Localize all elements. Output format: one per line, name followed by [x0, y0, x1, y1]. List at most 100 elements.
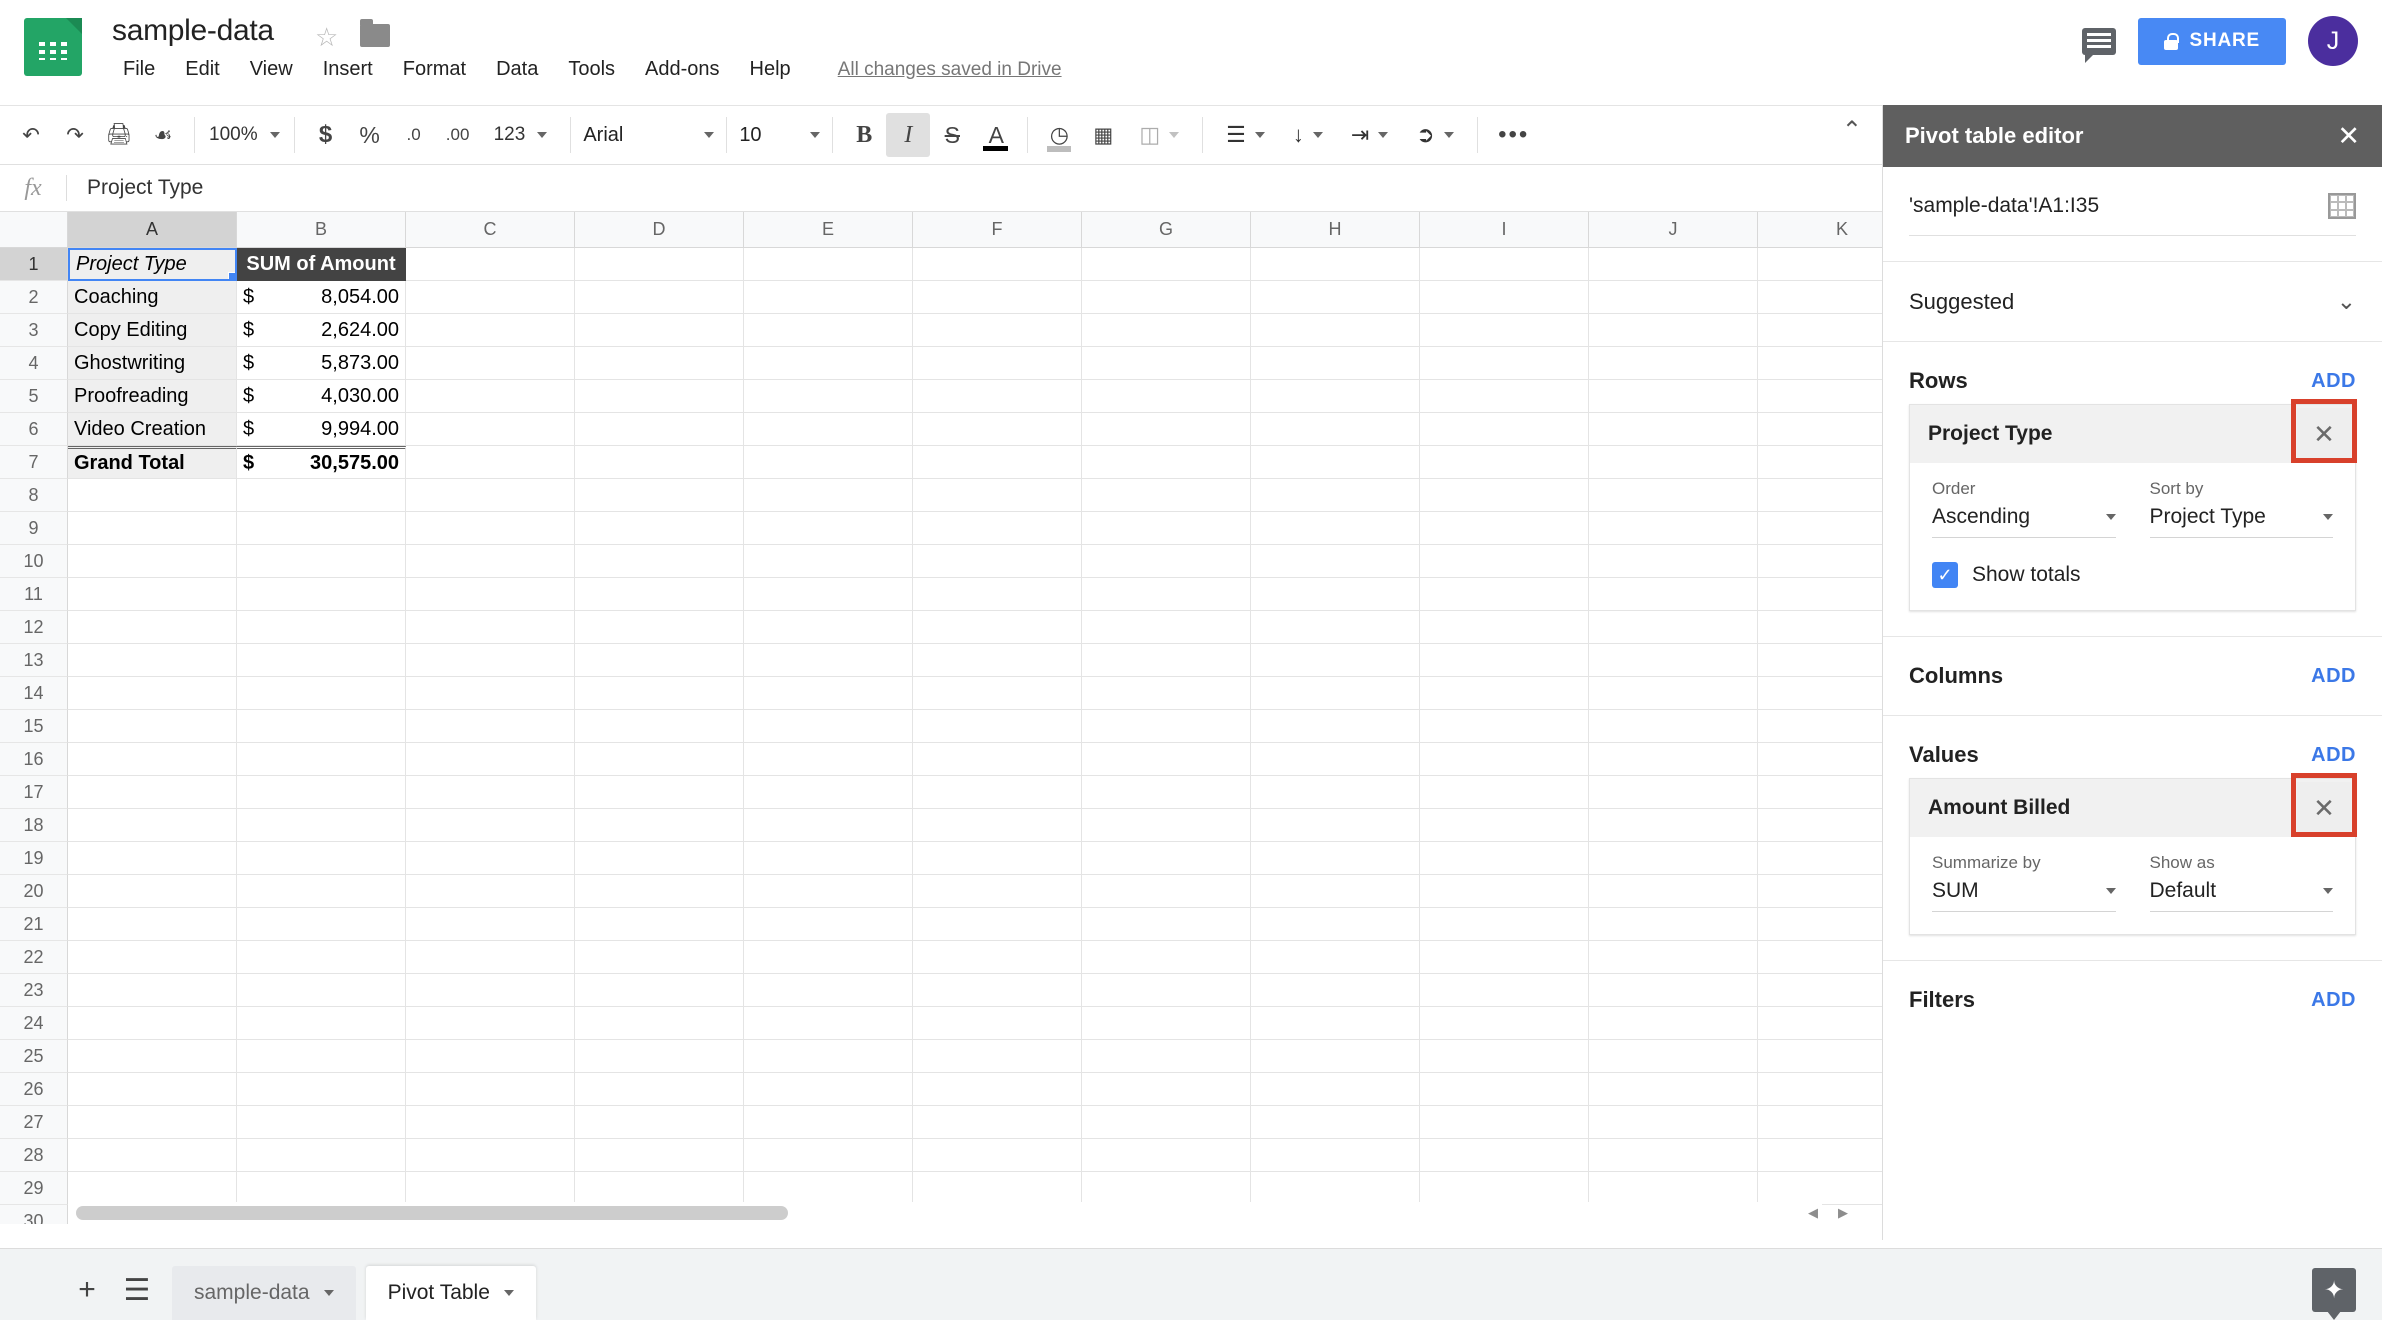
cell-A13[interactable] — [68, 644, 237, 677]
more-formats-selector[interactable]: 123 — [480, 113, 562, 157]
cell-F10[interactable] — [913, 545, 1082, 578]
rows-show-totals-row[interactable]: ✓ Show totals — [1932, 562, 2333, 588]
column-header-i[interactable]: I — [1420, 212, 1589, 248]
cell-C28[interactable] — [406, 1139, 575, 1172]
menu-edit[interactable]: Edit — [170, 56, 234, 83]
bold-button[interactable]: B — [842, 113, 886, 157]
avatar[interactable]: J — [2308, 16, 2358, 66]
page-title[interactable]: sample-data — [112, 14, 274, 48]
collapse-toolbar-icon[interactable]: ⌃ — [1842, 116, 1862, 145]
cell-A23[interactable] — [68, 974, 237, 1007]
cell-H29[interactable] — [1251, 1172, 1420, 1205]
row-header-6[interactable]: 6 — [0, 413, 68, 446]
cell-C9[interactable] — [406, 512, 575, 545]
cell-C26[interactable] — [406, 1073, 575, 1106]
cell-E25[interactable] — [744, 1040, 913, 1073]
cell-I20[interactable] — [1420, 875, 1589, 908]
comment-icon[interactable] — [2082, 27, 2117, 63]
cell-C21[interactable] — [406, 908, 575, 941]
cell-D12[interactable] — [575, 611, 744, 644]
cell-J27[interactable] — [1589, 1106, 1758, 1139]
cell-I23[interactable] — [1420, 974, 1589, 1007]
font-size-selector[interactable]: 10 — [727, 113, 832, 157]
cell-E29[interactable] — [744, 1172, 913, 1205]
cell-F22[interactable] — [913, 941, 1082, 974]
cell-G22[interactable] — [1082, 941, 1251, 974]
cell-C4[interactable] — [406, 347, 575, 380]
cell-B24[interactable] — [237, 1007, 406, 1040]
chevron-down-icon[interactable]: ⌄ — [2337, 288, 2356, 315]
cell-J6[interactable] — [1589, 413, 1758, 446]
cell-F26[interactable] — [913, 1073, 1082, 1106]
row-header-3[interactable]: 3 — [0, 314, 68, 347]
cell-A14[interactable] — [68, 677, 237, 710]
cell-H19[interactable] — [1251, 842, 1420, 875]
cell-B16[interactable] — [237, 743, 406, 776]
cell-D18[interactable] — [575, 809, 744, 842]
cell-G7[interactable] — [1082, 446, 1251, 479]
cell-A8[interactable] — [68, 479, 237, 512]
all-sheets-button[interactable]: ☰ — [112, 1260, 162, 1320]
column-header-h[interactable]: H — [1251, 212, 1420, 248]
cell-J20[interactable] — [1589, 875, 1758, 908]
cell-E1[interactable] — [744, 248, 913, 281]
cell-E5[interactable] — [744, 380, 913, 413]
row-header-14[interactable]: 14 — [0, 677, 68, 710]
cell-H15[interactable] — [1251, 710, 1420, 743]
cell-A26[interactable] — [68, 1073, 237, 1106]
cell-A29[interactable] — [68, 1172, 237, 1205]
cell-F23[interactable] — [913, 974, 1082, 1007]
cell-J13[interactable] — [1589, 644, 1758, 677]
row-header-15[interactable]: 15 — [0, 710, 68, 743]
rows-field-remove-button[interactable]: ✕ — [2297, 408, 2351, 460]
row-header-13[interactable]: 13 — [0, 644, 68, 677]
cell-H20[interactable] — [1251, 875, 1420, 908]
cell-A22[interactable] — [68, 941, 237, 974]
cell-K24[interactable] — [1758, 1007, 1882, 1040]
cell-G15[interactable] — [1082, 710, 1251, 743]
cell-K6[interactable] — [1758, 413, 1882, 446]
save-status[interactable]: All changes saved in Drive — [838, 59, 1062, 81]
column-header-k[interactable]: K — [1758, 212, 1882, 248]
cell-E11[interactable] — [744, 578, 913, 611]
print-icon[interactable]: 🖨 — [97, 113, 141, 157]
rows-sortby-select[interactable]: Project Type — [2149, 505, 2333, 538]
increase-decimal-button[interactable]: .00 — [436, 113, 480, 157]
cell-D2[interactable] — [575, 281, 744, 314]
more-options-icon[interactable]: ••• — [1492, 113, 1536, 157]
cell-D5[interactable] — [575, 380, 744, 413]
cell-K5[interactable] — [1758, 380, 1882, 413]
column-header-f[interactable]: F — [913, 212, 1082, 248]
cell-D26[interactable] — [575, 1073, 744, 1106]
cell-F29[interactable] — [913, 1172, 1082, 1205]
cell-J18[interactable] — [1589, 809, 1758, 842]
row-header-16[interactable]: 16 — [0, 743, 68, 776]
cell-B10[interactable] — [237, 545, 406, 578]
cell-H23[interactable] — [1251, 974, 1420, 1007]
cell-K7[interactable] — [1758, 446, 1882, 479]
column-header-a[interactable]: A — [68, 212, 237, 248]
cell-F2[interactable] — [913, 281, 1082, 314]
cell-F16[interactable] — [913, 743, 1082, 776]
row-header-12[interactable]: 12 — [0, 611, 68, 644]
cell-D14[interactable] — [575, 677, 744, 710]
row-header-5[interactable]: 5 — [0, 380, 68, 413]
cell-G5[interactable] — [1082, 380, 1251, 413]
cell-C6[interactable] — [406, 413, 575, 446]
cell-J11[interactable] — [1589, 578, 1758, 611]
cell-B12[interactable] — [237, 611, 406, 644]
cell-G28[interactable] — [1082, 1139, 1251, 1172]
cell-A19[interactable] — [68, 842, 237, 875]
cell-K12[interactable] — [1758, 611, 1882, 644]
cell-E23[interactable] — [744, 974, 913, 1007]
currency-format-button[interactable]: $ — [304, 113, 348, 157]
cell-F19[interactable] — [913, 842, 1082, 875]
cell-K2[interactable] — [1758, 281, 1882, 314]
cell-I18[interactable] — [1420, 809, 1589, 842]
menu-view[interactable]: View — [235, 56, 308, 83]
cell-B2[interactable]: $8,054.00 — [237, 281, 406, 314]
cell-C27[interactable] — [406, 1106, 575, 1139]
cell-G3[interactable] — [1082, 314, 1251, 347]
cell-A21[interactable] — [68, 908, 237, 941]
cell-A17[interactable] — [68, 776, 237, 809]
